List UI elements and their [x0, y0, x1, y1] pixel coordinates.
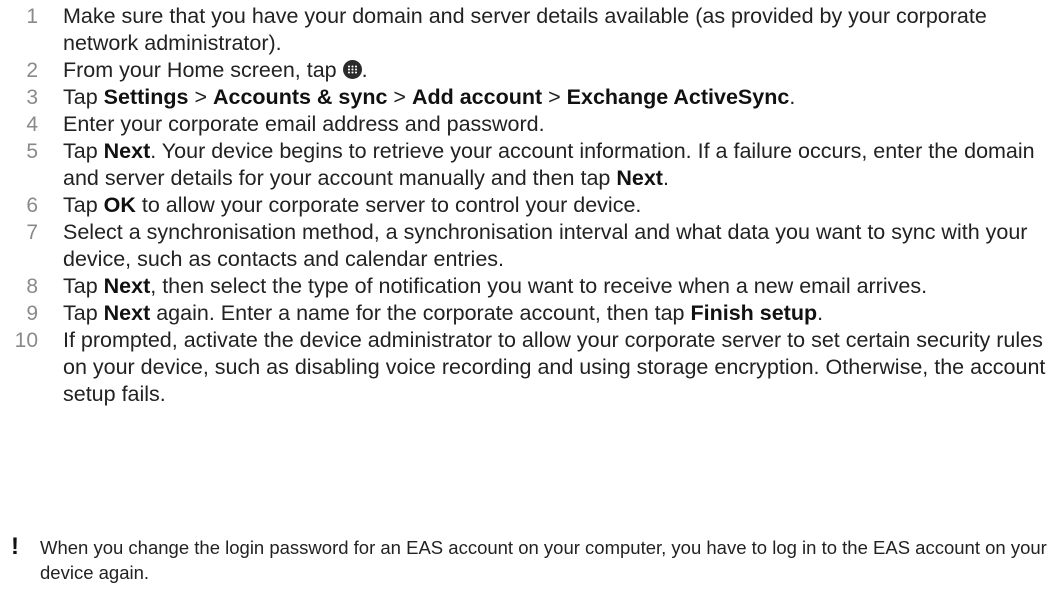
step-text-segment: to allow your corporate server to contro…	[135, 193, 642, 217]
step-number: 1	[26, 5, 38, 28]
step-text-segment: Tap	[63, 193, 104, 217]
step-text-segment: Tap	[63, 139, 104, 163]
step-item: 8 Tap Next, then select the type of notif…	[0, 273, 1062, 300]
step-text-segment: Tap	[63, 301, 104, 325]
step-text: Tap Next, then select the type of notifi…	[63, 273, 1048, 300]
ui-term: Exchange ActiveSync	[566, 85, 790, 109]
step-text-segment: >	[542, 85, 567, 109]
ui-term: OK	[103, 193, 136, 217]
step-text-segment: Select a synchronisation method, a synch…	[63, 220, 1028, 271]
step-number: 6	[26, 194, 38, 217]
ui-term: Next	[103, 139, 151, 163]
step-text-segment: Make sure that you have your domain and …	[63, 4, 987, 55]
ui-term: Next	[103, 274, 151, 298]
step-text-segment: .	[361, 58, 368, 82]
step-text-segment: >	[188, 85, 213, 109]
ui-term: Next	[103, 301, 151, 325]
step-text: Tap OK to allow your corporate server to…	[63, 192, 1048, 219]
step-text: Select a synchronisation method, a synch…	[63, 219, 1048, 273]
step-text: From your Home screen, tap .	[63, 57, 1048, 84]
step-item: 2 From your Home screen, tap .	[0, 57, 1062, 84]
step-number: 9	[26, 302, 38, 325]
step-text: If prompted, activate the device adminis…	[63, 327, 1048, 408]
apps-icon	[342, 60, 362, 79]
step-number: 2	[26, 59, 38, 82]
step-item: 6 Tap OK to allow your corporate server t…	[0, 192, 1062, 219]
step-text-segment: .	[817, 301, 824, 325]
step-text-segment: . Your device begins to retrieve your ac…	[63, 139, 1035, 190]
step-text-segment: >	[387, 85, 412, 109]
step-text-segment: again. Enter a name for the corporate ac…	[150, 301, 691, 325]
step-text: Make sure that you have your domain and …	[63, 3, 1048, 57]
step-item: 3 Tap Settings > Accounts & sync > Add ac…	[0, 84, 1062, 111]
step-text-segment: .	[662, 166, 669, 190]
step-item: 4 Enter your corporate email address and …	[0, 111, 1062, 138]
setup-steps-list: 1 Make sure that you have your domain and…	[0, 3, 1062, 408]
step-text-segment: .	[789, 85, 796, 109]
step-item: 5 Tap Next. Your device begins to retriev…	[0, 138, 1062, 192]
step-number: 8	[26, 275, 38, 298]
document-page: 1 Make sure that you have your domain and…	[0, 0, 1062, 601]
step-text: Enter your corporate email address and p…	[63, 111, 1048, 138]
step-number: 4	[26, 113, 38, 136]
step-number: 5	[26, 140, 38, 163]
step-text-segment: If prompted, activate the device adminis…	[63, 328, 1046, 406]
ui-term: Settings	[103, 85, 189, 109]
step-item: 7 Select a synchronisation method, a sync…	[0, 219, 1062, 273]
ui-term: Add account	[411, 85, 543, 109]
step-text-segment: From your Home screen, tap	[63, 58, 343, 82]
step-text: Tap Next. Your device begins to retrieve…	[63, 138, 1048, 192]
ui-term: Next	[616, 166, 663, 190]
step-text: Tap Settings > Accounts & sync > Add acc…	[63, 84, 1048, 111]
step-text-segment: Enter your corporate email address and p…	[63, 112, 545, 136]
ui-term: Accounts & sync	[212, 85, 388, 109]
step-item: 1 Make sure that you have your domain and…	[0, 3, 1062, 57]
step-item: 9 Tap Next again. Enter a name for the co…	[0, 300, 1062, 327]
note-block: ! When you change the login password for…	[0, 535, 1062, 585]
step-item: 10 If prompted, activate the device admin…	[0, 327, 1062, 408]
exclamation-icon: !	[11, 533, 19, 560]
note-text: When you change the login password for a…	[40, 537, 1047, 583]
step-text-segment: , then select the type of notification y…	[150, 274, 928, 298]
ui-term: Finish setup	[690, 301, 818, 325]
step-text-segment: Tap	[63, 85, 104, 109]
step-number: 10	[14, 329, 38, 352]
step-number: 7	[26, 221, 38, 244]
step-number: 3	[26, 86, 38, 109]
step-text-segment: Tap	[63, 274, 104, 298]
step-text: Tap Next again. Enter a name for the cor…	[63, 300, 1048, 327]
